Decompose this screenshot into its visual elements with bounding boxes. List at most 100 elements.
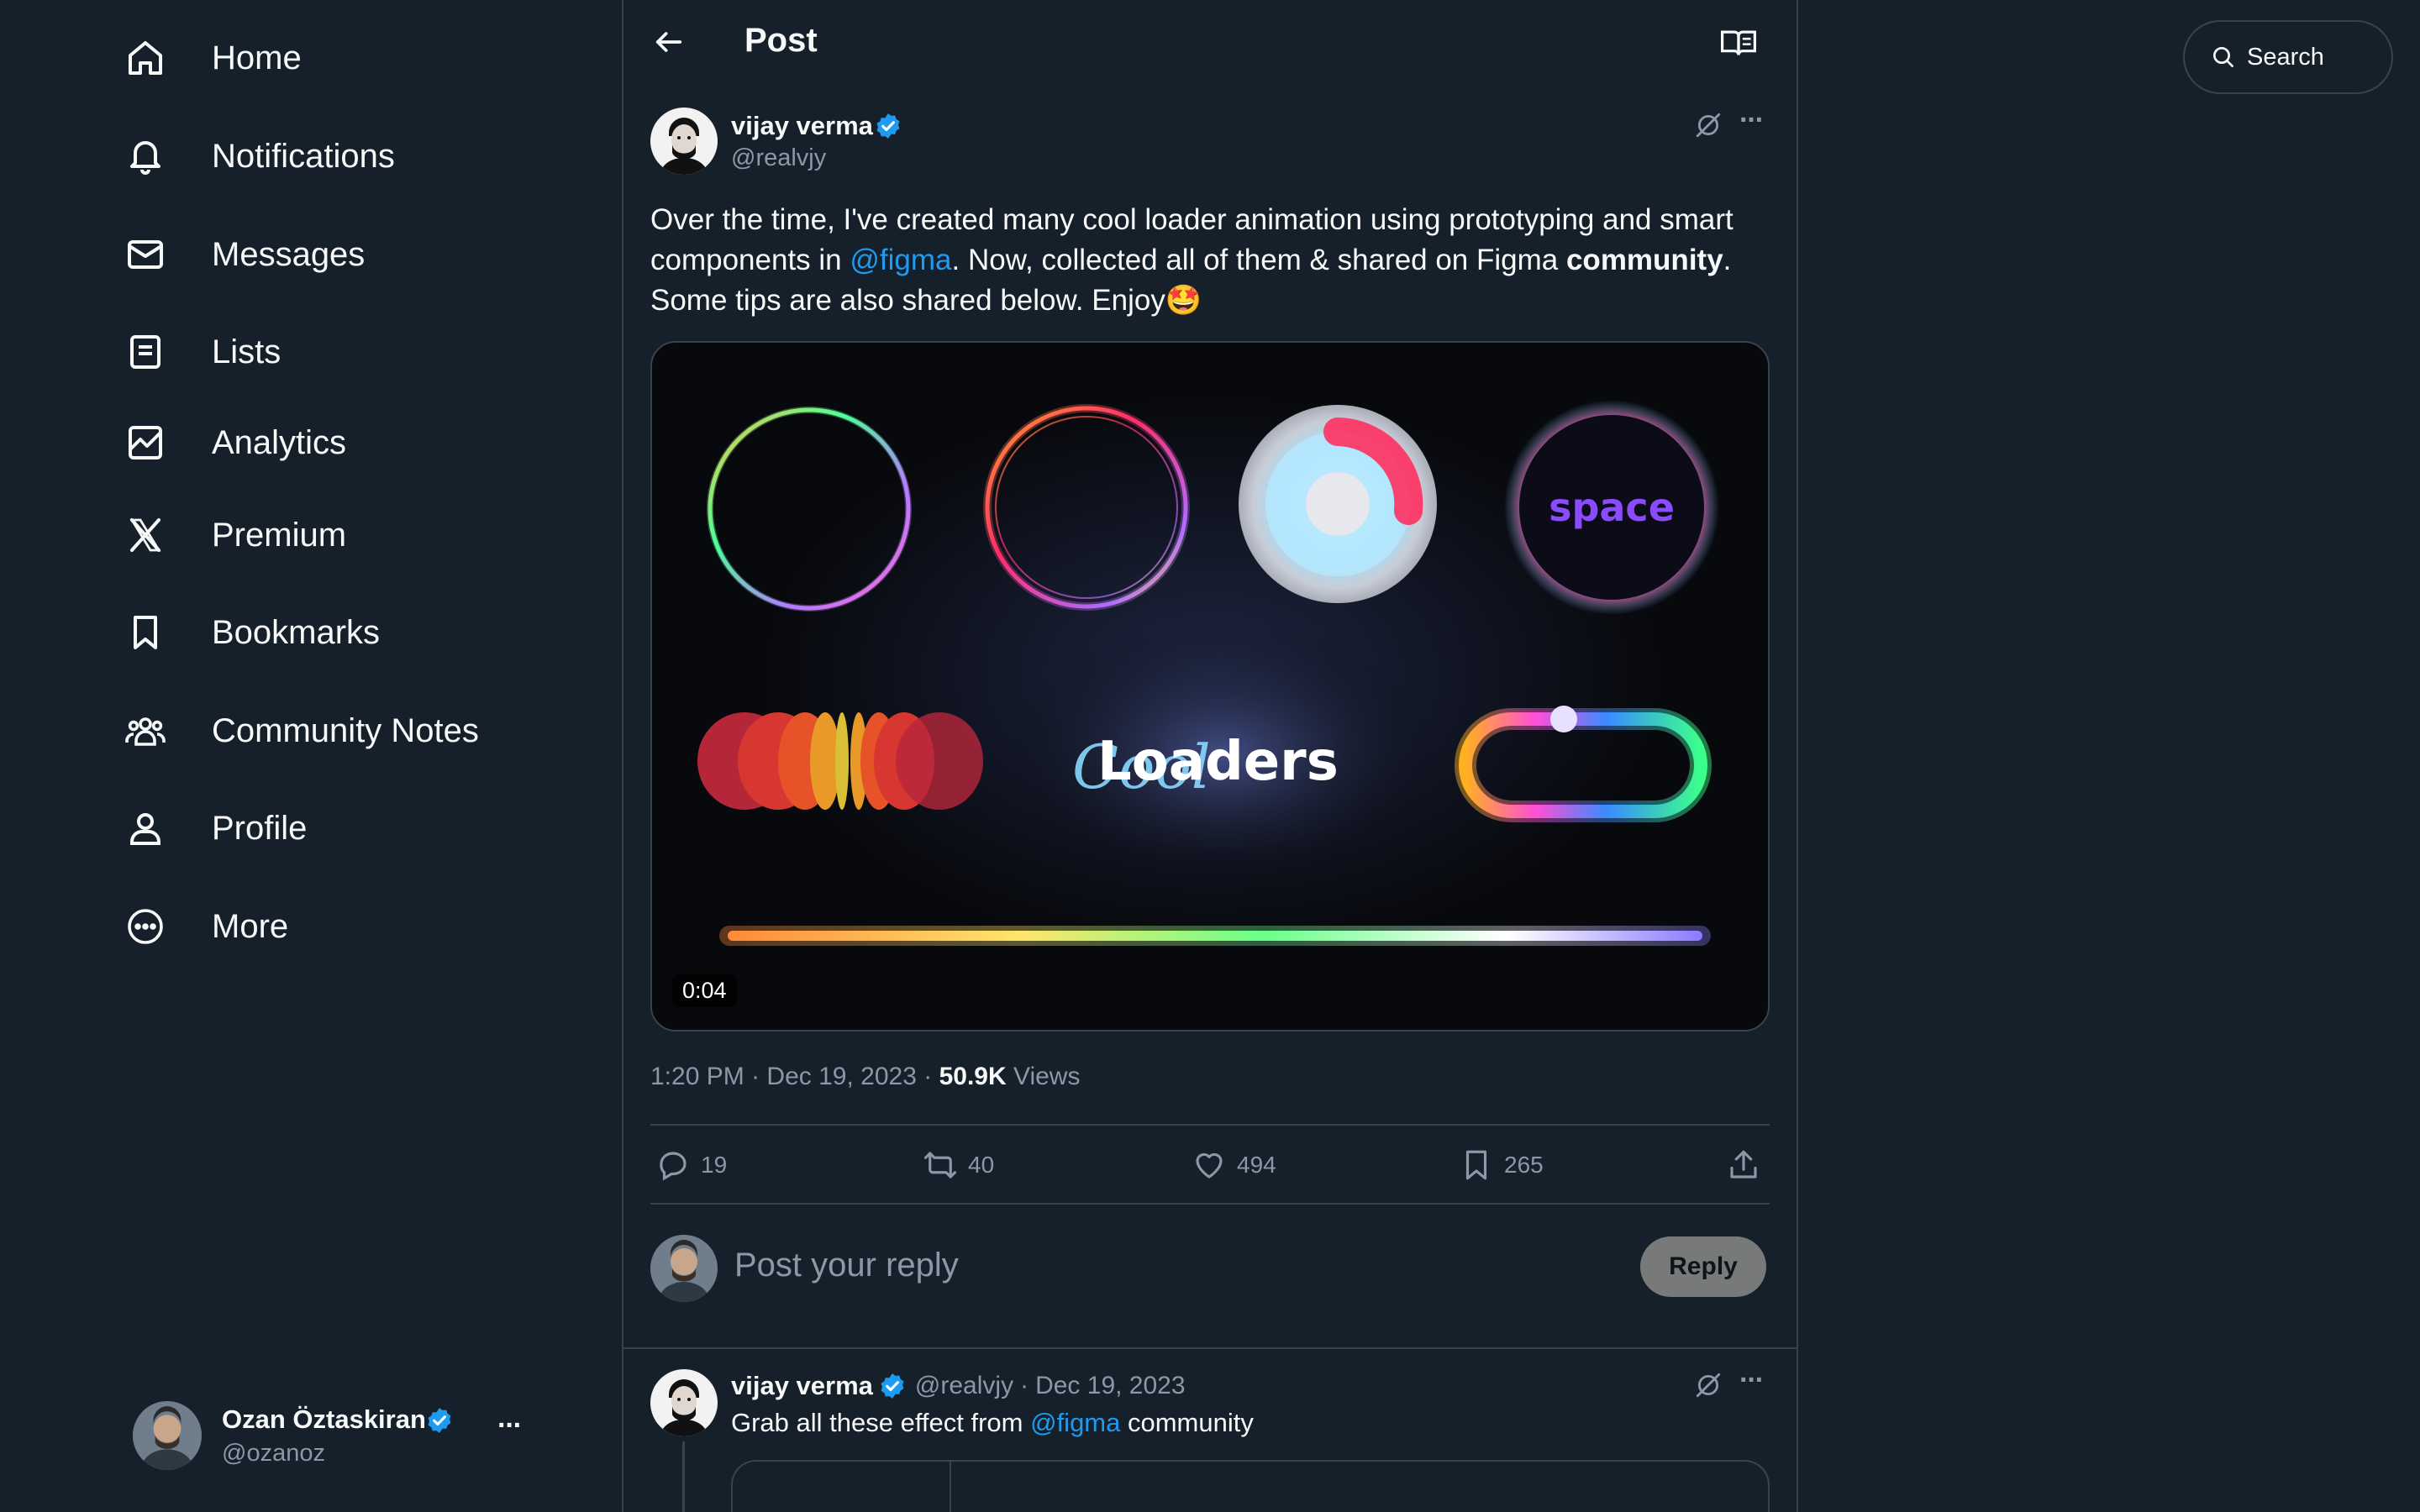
- sidebar-item-label: More: [212, 907, 289, 945]
- account-handle: @ozanoz: [222, 1440, 325, 1467]
- account-more-icon[interactable]: ···: [497, 1410, 523, 1442]
- user-avatar: [650, 1235, 718, 1302]
- search-box[interactable]: Search: [2183, 20, 2393, 94]
- sidebar-item-bookmarks[interactable]: Bookmarks: [124, 595, 380, 670]
- home-icon: [124, 37, 166, 79]
- sidebar-item-label: Premium: [212, 516, 347, 554]
- x-logo-icon: [124, 514, 166, 556]
- reader-mode-icon[interactable]: [1721, 29, 1756, 57]
- bookmark-action[interactable]: 265: [1459, 1144, 1544, 1186]
- sidebar-item-home[interactable]: Home: [124, 20, 302, 96]
- space-text: space: [1549, 485, 1675, 530]
- person-icon: [124, 807, 166, 849]
- sidebar-item-premium[interactable]: Premium: [124, 497, 346, 573]
- bell-icon: [124, 135, 166, 177]
- sidebar-item-notifications[interactable]: Notifications: [124, 118, 395, 194]
- post-more-icon[interactable]: ···: [1739, 104, 1765, 137]
- sidebar-item-label: Lists: [212, 333, 281, 370]
- people-icon: [124, 710, 166, 752]
- reply-author-handle[interactable]: @realvjy: [915, 1372, 1013, 1400]
- separator: ·: [923, 1063, 933, 1090]
- bookmark-icon: [1465, 1150, 1487, 1180]
- page-title: Post: [744, 22, 818, 59]
- verified-badge-icon: [878, 1372, 907, 1400]
- reply-date[interactable]: Dec 19, 2023: [1035, 1372, 1185, 1400]
- search-label: Search: [2247, 43, 2324, 71]
- post-date[interactable]: Dec 19, 2023: [766, 1063, 916, 1090]
- author-name[interactable]: vijay verma: [731, 111, 873, 141]
- reply-author-name[interactable]: vijay verma: [731, 1371, 873, 1401]
- verified-badge-icon: [425, 1406, 454, 1435]
- reply-author-avatar[interactable]: [650, 1369, 718, 1436]
- post-text-line: Some tips are also shared below. Enjoy🤩: [650, 284, 1202, 317]
- sidebar-item-more[interactable]: More: [124, 889, 288, 964]
- sidebar-item-label: Bookmarks: [212, 613, 381, 651]
- sidebar-item-messages[interactable]: Messages: [124, 217, 365, 292]
- like-count: 494: [1237, 1152, 1276, 1178]
- separator: ·: [751, 1063, 760, 1090]
- grok-icon[interactable]: [1694, 1371, 1723, 1399]
- grok-icon[interactable]: [1694, 111, 1723, 139]
- repost-count: 40: [968, 1152, 995, 1178]
- sidebar-item-label: Community Notes: [212, 711, 479, 749]
- mention-link[interactable]: @figma: [850, 244, 951, 276]
- repost-icon: [923, 1152, 957, 1179]
- post-time[interactable]: 1:20 PM: [650, 1063, 744, 1090]
- post-text-line: Over the time, I've created many cool lo…: [650, 203, 1733, 236]
- reply-header: vijay verma @realvjy · Dec 19, 2023: [731, 1371, 1186, 1401]
- separator: ·: [1020, 1372, 1029, 1399]
- sidebar-item-label: Profile: [212, 809, 308, 847]
- loaders-text: Loaders: [1097, 731, 1339, 793]
- comment-icon: [660, 1152, 687, 1181]
- link-card[interactable]: [731, 1460, 1770, 1512]
- reply-text: Grab all these effect from @figma commun…: [731, 1408, 1254, 1438]
- post-meta: 1:20 PM · Dec 19, 2023 · 50.9K Views: [650, 1063, 1080, 1091]
- bookmark-icon: [124, 612, 166, 654]
- post-text-line: .: [1723, 244, 1732, 276]
- video-duration: 0:04: [672, 974, 737, 1007]
- reply-count: 19: [701, 1152, 728, 1178]
- analytics-icon: [124, 422, 166, 464]
- envelope-icon: [124, 234, 166, 276]
- share-icon: [1730, 1150, 1757, 1179]
- views-label: Views: [1013, 1063, 1081, 1090]
- divider: [622, 1347, 1798, 1349]
- mention-link[interactable]: @figma: [1030, 1408, 1120, 1437]
- reply-action[interactable]: 19: [655, 1144, 727, 1186]
- thread-line: [682, 1441, 685, 1512]
- reply-more-icon[interactable]: ···: [1739, 1364, 1765, 1397]
- verified-badge-icon: [874, 112, 902, 140]
- account-name: Ozan Öztaskiran: [222, 1404, 426, 1434]
- sidebar-item-analytics[interactable]: Analytics: [124, 405, 346, 480]
- bold-text: community: [1565, 244, 1723, 276]
- author-avatar[interactable]: [650, 108, 718, 175]
- heart-icon: [1196, 1152, 1223, 1179]
- sidebar-item-profile[interactable]: Profile: [124, 790, 307, 866]
- share-action[interactable]: [1726, 1144, 1761, 1186]
- sidebar-item-lists[interactable]: Lists: [124, 314, 281, 390]
- more-circle-icon: [124, 906, 166, 948]
- sidebar-item-community-notes[interactable]: Community Notes: [124, 693, 479, 769]
- like-action[interactable]: 494: [1192, 1144, 1276, 1186]
- reply-text-part: Grab all these effect from: [731, 1408, 1031, 1437]
- author-handle[interactable]: @realvjy: [731, 144, 826, 172]
- link-card-thumbnail: [733, 1462, 951, 1512]
- back-arrow-icon[interactable]: [652, 25, 686, 59]
- sidebar-item-label: Home: [212, 39, 302, 76]
- repost-action[interactable]: 40: [923, 1144, 994, 1186]
- post-text: Over the time, I've created many cool lo…: [650, 200, 1776, 321]
- views-count: 50.9K: [939, 1063, 1007, 1090]
- video-frame: space Cool Loaders: [652, 343, 1768, 1030]
- avatar: [133, 1401, 202, 1470]
- reply-input[interactable]: Post your reply: [734, 1247, 959, 1284]
- sidebar-item-label: Messages: [212, 235, 366, 273]
- divider: [650, 1203, 1770, 1205]
- sidebar: Home Notifications Messages Lists Analyt…: [0, 0, 622, 1512]
- reply-button[interactable]: Reply: [1640, 1236, 1766, 1297]
- sidebar-item-label: Analytics: [212, 423, 347, 461]
- list-icon: [124, 331, 166, 373]
- account-switcher[interactable]: Ozan Öztaskiran @ozanoz ···: [133, 1398, 536, 1473]
- reply-text-part: community: [1120, 1408, 1254, 1437]
- video-player[interactable]: space Cool Loaders 0:04: [650, 341, 1770, 1032]
- sidebar-item-label: Notifications: [212, 137, 395, 175]
